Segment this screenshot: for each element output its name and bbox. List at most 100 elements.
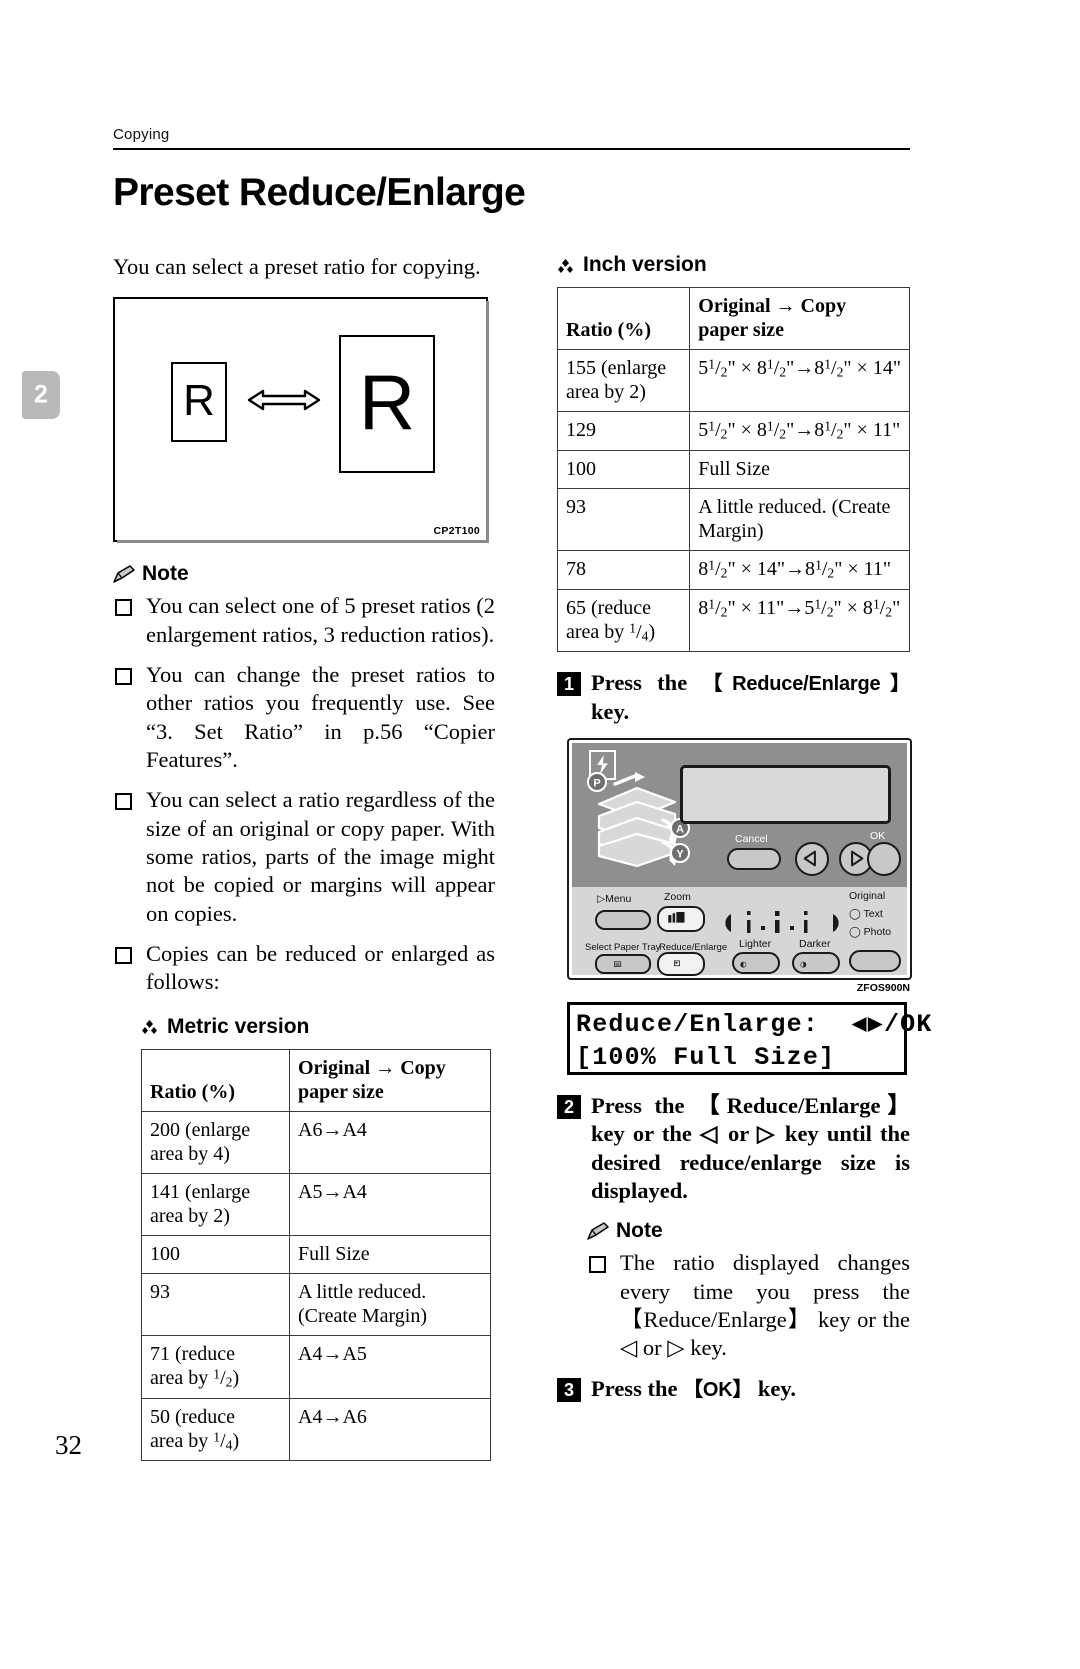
header-rule	[113, 148, 910, 150]
chapter-tab: 2	[22, 371, 60, 419]
square-bullet-icon	[115, 793, 132, 811]
cell-ratio: 65 (reduce area by 1/4)	[556, 588, 691, 653]
note-heading: Note	[113, 562, 495, 586]
cell-paper-size: 81/2" × 11"→51/2" × 81/2"	[689, 588, 910, 653]
cell-paper-size: A4→A5	[289, 1334, 491, 1399]
cell-paper-size: A5→A4	[289, 1172, 491, 1236]
table-row: 93 A little reduced. (Create Margin)	[556, 487, 910, 551]
table-row: 100 Full Size	[556, 449, 910, 489]
cell-ratio: 71 (reduce area by 1/2)	[141, 1334, 290, 1399]
large-paper-sheet: R	[339, 335, 435, 474]
lcd-line-1: Reduce/Enlarge: ◀▶/OK	[576, 1009, 933, 1039]
text-mode-option[interactable]: ◯ Text	[849, 908, 883, 920]
zoom-label: Zoom	[664, 890, 691, 903]
table-row: 141 (enlarge area by 2) A5→A4	[141, 1172, 491, 1236]
cell-paper-size: Full Size	[289, 1234, 491, 1274]
note-item-text: You can change the preset ratios to othe…	[146, 662, 495, 773]
left-arrow-button[interactable]	[795, 841, 829, 876]
cell-ratio: 141 (enlarge area by 2)	[141, 1172, 290, 1236]
double-arrow-icon	[245, 385, 323, 415]
lcd-line-2: [100% Full Size]	[576, 1042, 836, 1072]
step-1: 1 Press the 【Reduce/Enlarge】 key.	[557, 669, 910, 726]
note-item-text: Copies can be reduced or enlarged as fol…	[146, 941, 495, 995]
step-number: 2	[557, 1094, 581, 1119]
cell-ratio: 129	[556, 411, 691, 451]
table-row: 50 (reduce area by 1/4) A4→A6	[141, 1397, 491, 1462]
diamond-icon	[557, 257, 574, 274]
table-row: 93 A little reduced. (Create Margin)	[141, 1272, 491, 1336]
cell-ratio: 155 (enlarge area by 2)	[556, 349, 691, 412]
reduce-enlarge-button[interactable]	[657, 951, 705, 976]
note-item: You can select a ratio regardless of the…	[113, 786, 495, 928]
step-number: 3	[557, 1377, 581, 1402]
square-bullet-icon	[589, 1256, 606, 1274]
step-3: 3 Press the 【OK】 key.	[557, 1375, 910, 1403]
small-letter-r: R	[183, 376, 215, 426]
cell-ratio: 78	[556, 549, 691, 590]
metric-version-heading: Metric version	[141, 1015, 495, 1039]
left-note-list: You can select one of 5 preset ratios (2…	[113, 592, 495, 996]
key-ok: 【OK】	[683, 1378, 753, 1401]
cell-ratio: 93	[556, 487, 691, 551]
page-number: 32	[55, 1430, 82, 1460]
pencil-icon	[587, 1222, 609, 1241]
cell-paper-size: 51/2" × 81/2"→81/2" × 14"	[689, 349, 910, 412]
zoom-button[interactable]	[657, 905, 705, 932]
square-bullet-icon	[115, 599, 132, 617]
cancel-button[interactable]	[727, 847, 781, 870]
chapter-tab-number: 2	[34, 380, 48, 409]
column-header-ratio: Ratio (%)	[141, 1048, 290, 1112]
svg-text:P: P	[593, 777, 600, 789]
note-item: The ratio displayed changes every time y…	[587, 1249, 910, 1362]
running-head: Copying	[113, 126, 170, 143]
panel-figure-code: ZFOS900N	[856, 981, 910, 994]
cell-ratio: 93	[141, 1272, 290, 1336]
pencil-icon	[113, 565, 135, 584]
density-indicator	[723, 908, 841, 943]
cell-paper-size: A little reduced. (Create Margin)	[289, 1272, 491, 1336]
inch-version-label: Inch version	[583, 253, 707, 276]
ok-label: OK	[870, 829, 886, 842]
note-item: You can select one of 5 preset ratios (2…	[113, 592, 495, 649]
page-title: Preset Reduce/Enlarge	[113, 171, 526, 214]
key-reduce-enlarge: 【Reduce/Enlarge】	[702, 673, 911, 696]
left-column: You can select a preset ratio for copyin…	[113, 253, 495, 1462]
note-item-text: You can select one of 5 preset ratios (2…	[146, 593, 495, 647]
original-type-button[interactable]	[849, 949, 901, 972]
svg-text:A: A	[676, 823, 684, 835]
square-bullet-icon	[115, 947, 132, 965]
svg-text:Y: Y	[676, 848, 684, 860]
note-item-text: The ratio displayed changes every time y…	[620, 1250, 910, 1361]
note-heading: Note	[587, 1219, 910, 1243]
menu-label: ▷Menu	[597, 892, 632, 905]
table-header-row: Ratio (%) Original → Copy paper size	[141, 1048, 491, 1112]
cell-ratio: 200 (enlarge area by 4)	[141, 1110, 290, 1174]
column-header-paper-size: Original → Copy paper size	[689, 287, 910, 350]
note-label: Note	[142, 562, 189, 586]
darker-button[interactable]	[792, 951, 840, 974]
column-header-ratio: Ratio (%)	[556, 287, 691, 350]
diamond-icon	[141, 1018, 158, 1035]
ok-button[interactable]	[867, 841, 901, 876]
step-text-before: Press the	[591, 670, 703, 696]
step-text-after: key.	[752, 1375, 797, 1401]
cell-paper-size: Full Size	[689, 449, 910, 489]
table-row: 78 81/2" × 14"→81/2" × 11"	[556, 549, 910, 590]
cell-paper-size: A4→A6	[289, 1397, 491, 1462]
right-note-list: The ratio displayed changes every time y…	[587, 1249, 910, 1362]
cell-paper-size: A6→A4	[289, 1110, 491, 1174]
metric-ratio-table: Ratio (%) Original → Copy paper size 200…	[141, 1048, 491, 1462]
cell-paper-size: 51/2" × 81/2"→81/2" × 11"	[689, 411, 910, 451]
photo-mode-option[interactable]: ◯ Photo	[849, 926, 891, 938]
lighter-button[interactable]	[732, 951, 780, 974]
menu-button[interactable]	[595, 909, 651, 930]
table-row: 71 (reduce area by 1/2) A4→A5	[141, 1334, 491, 1399]
select-paper-tray-button[interactable]	[595, 953, 651, 974]
step-text: Press the 【Reduce/Enlarge】 key or the ◁ …	[591, 1092, 910, 1203]
cell-ratio: 50 (reduce area by 1/4)	[141, 1397, 290, 1462]
intro-paragraph: You can select a preset ratio for copyin…	[113, 254, 481, 279]
control-panel-figure: P A Y Cancel OK ▷Menu Zoom Select Paper …	[567, 737, 912, 994]
note-label: Note	[616, 1219, 663, 1243]
inch-ratio-table: Ratio (%) Original → Copy paper size 155…	[556, 287, 910, 653]
cancel-label: Cancel	[735, 832, 768, 845]
